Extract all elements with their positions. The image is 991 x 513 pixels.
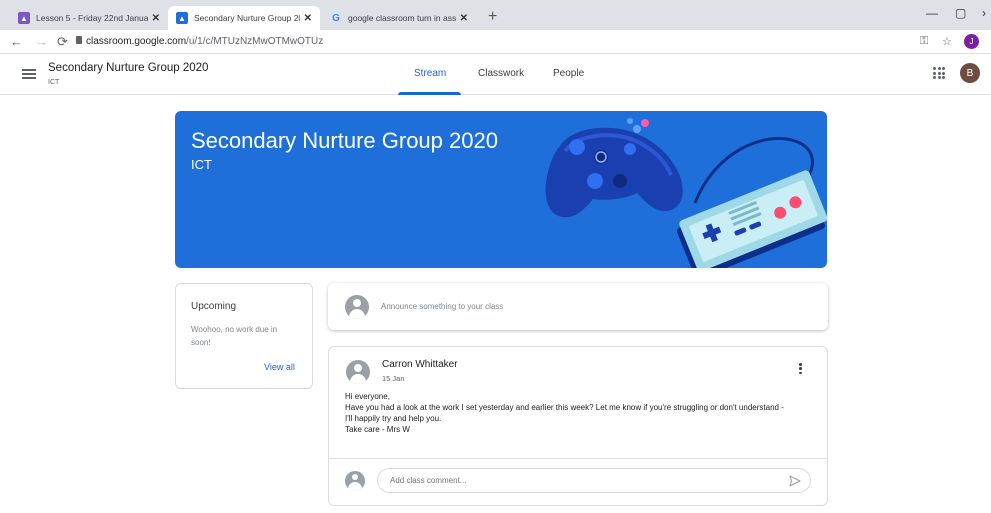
send-icon[interactable] (789, 475, 801, 487)
classroom-header: Secondary Nurture Group 2020 ICT Stream … (0, 55, 991, 95)
tab-title: Secondary Nurture Group 2020 I (194, 13, 300, 23)
class-comment-input[interactable] (377, 468, 811, 493)
star-icon[interactable]: ☆ (942, 35, 952, 48)
lock-icon (76, 36, 82, 44)
class-banner: Secondary Nurture Group 2020 ICT (175, 111, 827, 268)
browser-tab-strip: ▲ Lesson 5 - Friday 22nd January 2 ✕ ▲ S… (0, 0, 991, 30)
upcoming-title: Upcoming (191, 301, 237, 312)
minimize-icon[interactable]: — (926, 6, 938, 20)
post-date: 15 Jan (382, 374, 405, 383)
author-avatar-icon (346, 360, 370, 384)
post-line: Hi everyone, (345, 392, 390, 401)
maximize-icon[interactable]: ▢ (955, 6, 966, 20)
browser-tab-google-search[interactable]: G google classroom turn in assign ✕ (322, 6, 476, 30)
banner-subtitle: ICT (191, 157, 212, 172)
classroom-favicon-icon: ▲ (18, 12, 30, 24)
class-name[interactable]: Secondary Nurture Group 2020 (48, 62, 208, 74)
upcoming-card: Upcoming Woohoo, no work due in soon! Vi… (175, 283, 313, 389)
upcoming-message: Woohoo, no work due in soon! (191, 325, 278, 347)
post-line: I'll happily try and help you. (345, 414, 442, 423)
tab-classwork[interactable]: Classwork (478, 68, 524, 79)
url-field[interactable]: classroom.google.com/u/1/c/MTUzNzMwOTMwO… (86, 36, 323, 47)
user-avatar-icon (345, 295, 369, 319)
tab-people[interactable]: People (553, 68, 584, 79)
browser-profile-avatar[interactable]: J (964, 34, 979, 49)
tab-close-icon[interactable]: ✕ (304, 13, 312, 24)
account-avatar[interactable]: B (960, 63, 980, 83)
tab-stream[interactable]: Stream (414, 68, 446, 79)
divider (329, 458, 827, 459)
classroom-favicon-icon: ▲ (176, 12, 188, 24)
google-favicon-icon: G (332, 12, 340, 24)
reload-icon[interactable]: ⟳ (57, 34, 68, 50)
commenter-avatar-icon (345, 471, 365, 491)
hamburger-menu-icon[interactable] (22, 69, 36, 79)
key-icon[interactable]: ⚿ (920, 35, 928, 48)
tab-title: google classroom turn in assign (348, 13, 456, 23)
forward-arrow-icon[interactable]: → (35, 34, 48, 49)
tab-close-icon[interactable]: ✕ (460, 13, 468, 24)
url-host: classroom.google.com (86, 36, 187, 47)
active-tab-indicator (398, 92, 461, 95)
post-line: Have you had a look at the work I set ye… (345, 403, 784, 412)
back-arrow-icon[interactable]: ← (10, 34, 23, 49)
url-path: /u/1/c/MTUzNzMwOTMwOTUz (186, 36, 324, 47)
announce-placeholder: Announce something to your class (381, 302, 504, 311)
more-options-icon[interactable] (799, 363, 803, 376)
class-section: ICT (48, 79, 60, 86)
browser-tab-classroom[interactable]: ▲ Secondary Nurture Group 2020 I ✕ (168, 6, 320, 30)
new-tab-button[interactable]: + (488, 8, 497, 26)
google-apps-icon[interactable] (933, 67, 945, 79)
banner-title: Secondary Nurture Group 2020 (191, 128, 498, 153)
post-body: Hi everyone, Have you had a look at the … (345, 391, 820, 435)
view-all-link[interactable]: View all (264, 362, 295, 372)
tab-close-icon[interactable]: ✕ (152, 13, 160, 24)
stream-post: Carron Whittaker 15 Jan Hi everyone, Hav… (328, 346, 828, 506)
post-line: Take care - Mrs W (345, 425, 410, 434)
tab-title: Lesson 5 - Friday 22nd January 2 (36, 13, 148, 23)
browser-tab-lesson[interactable]: ▲ Lesson 5 - Friday 22nd January 2 ✕ (10, 6, 168, 30)
announce-box[interactable]: Announce something to your class (328, 283, 828, 330)
post-author: Carron Whittaker (382, 359, 458, 370)
address-bar-row: ← → ⟳ classroom.google.com/u/1/c/MTUzNzM… (0, 30, 991, 54)
close-window-icon[interactable]: › (982, 6, 986, 20)
